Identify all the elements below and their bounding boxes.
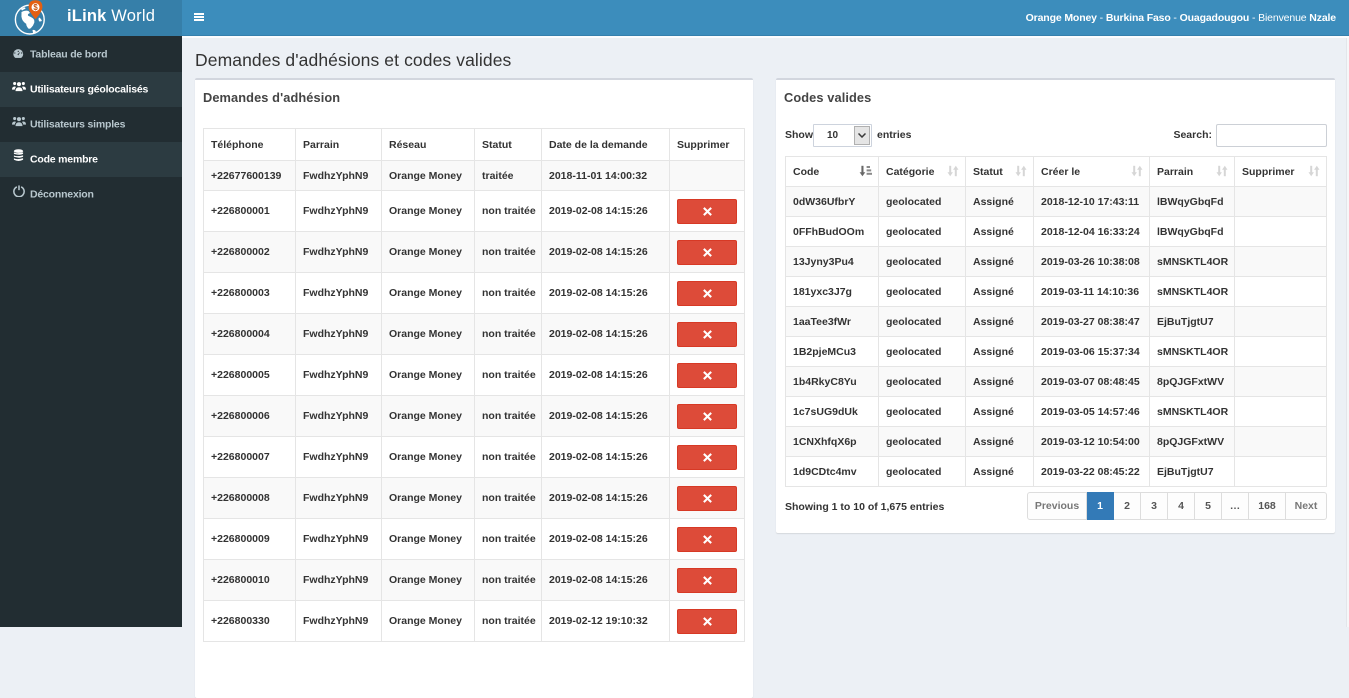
svg-text:$: $ — [33, 3, 38, 12]
